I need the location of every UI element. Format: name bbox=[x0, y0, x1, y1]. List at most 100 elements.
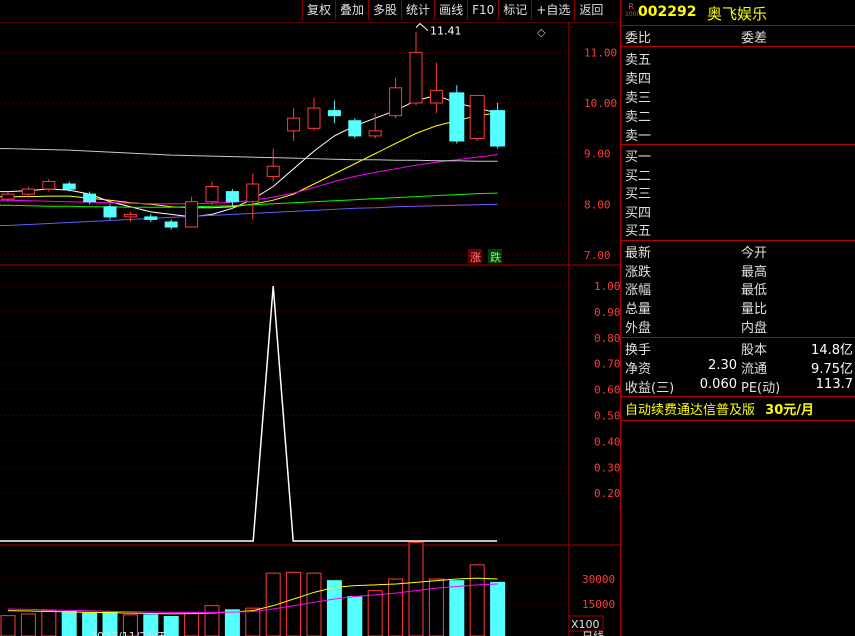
quote-panel: R 1000 002292 奥飞娱乐 委比 委差 卖五 卖四 卖三 卖二 卖一 买一 买二… bbox=[620, 0, 855, 636]
toolbar-button[interactable]: 标记 bbox=[498, 0, 531, 20]
high-price-label: 11.41 bbox=[430, 25, 462, 38]
wei-cha-label: 委差 bbox=[741, 31, 768, 46]
toolbar-button[interactable]: F10 bbox=[467, 0, 498, 20]
quote-field-label: 涨幅 bbox=[625, 283, 652, 299]
diamond-icon[interactable]: ◇ bbox=[537, 26, 546, 39]
ma-line bbox=[0, 203, 498, 227]
toolbar-button[interactable]: 复权 bbox=[302, 0, 335, 20]
indicator-line bbox=[0, 285, 497, 542]
axis-labels: 11.00 10.00 9.00 8.00 7.00 11.41 ◇ 涨 跌 1.00 0.90 0.… bbox=[90, 22, 620, 636]
divider bbox=[621, 144, 855, 145]
indicator-tick-label: 0.70 bbox=[594, 358, 620, 371]
volume-bar bbox=[469, 564, 485, 636]
price-tick-label: 8.00 bbox=[584, 198, 611, 211]
volume-bar bbox=[490, 581, 506, 636]
toolbar-button[interactable]: 叠加 bbox=[335, 0, 368, 20]
info-field-value: 9.75亿 bbox=[811, 362, 853, 377]
volume-bar bbox=[224, 609, 240, 636]
info-field-value: 2.30 bbox=[708, 358, 737, 373]
indicator-tick-label: 0.90 bbox=[594, 306, 620, 319]
toolbar-button[interactable]: 画线 bbox=[434, 0, 467, 20]
info-field-label: 股本 bbox=[741, 343, 768, 358]
candle bbox=[348, 118, 362, 139]
divider bbox=[621, 337, 855, 338]
quote-field-label: 今开 bbox=[741, 246, 768, 261]
cursor-date-label: 2022/11/21/五 bbox=[90, 630, 168, 636]
indicator-tick-label: 0.80 bbox=[594, 332, 620, 345]
volume-bar bbox=[204, 605, 220, 636]
stock-code: 002292 bbox=[638, 4, 697, 20]
divider bbox=[621, 46, 855, 47]
volume-bar bbox=[41, 610, 57, 636]
volume-bar bbox=[0, 615, 16, 636]
volume-bar bbox=[449, 580, 465, 636]
quote-field-label: 量比 bbox=[741, 302, 768, 318]
info-field-value: 14.8亿 bbox=[811, 343, 853, 358]
indicator-tick-label: 1.00 bbox=[594, 280, 620, 293]
candle bbox=[429, 62, 443, 114]
candle bbox=[287, 108, 301, 141]
info-field-label: PE(动) bbox=[741, 381, 781, 396]
volume-bar bbox=[245, 607, 261, 636]
buy-level-label: 买四 bbox=[625, 205, 652, 221]
volume-bar bbox=[306, 572, 322, 636]
candle bbox=[144, 214, 158, 222]
toolbar-button[interactable]: 统计 bbox=[401, 0, 434, 20]
volume-bar bbox=[61, 611, 77, 636]
divider bbox=[621, 25, 855, 26]
info-field-label: 净资 bbox=[625, 362, 652, 377]
volume-tick-label: 30000 bbox=[582, 573, 615, 586]
candle bbox=[449, 85, 465, 144]
sell-level-label: 卖四 bbox=[625, 72, 652, 87]
market-badge-top: R bbox=[628, 2, 634, 11]
volume-bar bbox=[408, 541, 424, 636]
divider bbox=[621, 240, 855, 241]
info-field-label: 换手 bbox=[625, 343, 652, 358]
toolbar-button[interactable]: 多股 bbox=[368, 0, 401, 20]
price-tick-label: 10.00 bbox=[584, 97, 617, 110]
indicator-tick-label: 0.50 bbox=[594, 410, 620, 423]
volume-series bbox=[0, 541, 506, 636]
candle bbox=[307, 97, 321, 131]
moving-average-lines bbox=[0, 94, 498, 227]
volume-bar bbox=[367, 590, 383, 636]
volume-tick-label: 15000 bbox=[582, 598, 615, 611]
volume-bar bbox=[347, 596, 363, 636]
quote-field-label: 外盘 bbox=[625, 320, 652, 336]
candle bbox=[327, 100, 341, 124]
buy-level-label: 买五 bbox=[625, 224, 652, 239]
candle bbox=[469, 94, 485, 141]
volume-bar bbox=[20, 613, 36, 636]
candle bbox=[490, 103, 506, 149]
indicator-tick-label: 0.20 bbox=[594, 487, 620, 500]
candle bbox=[185, 196, 199, 228]
volume-bar bbox=[286, 571, 302, 636]
sell-level-label: 卖二 bbox=[625, 110, 652, 125]
info-field-value: 113.7 bbox=[815, 377, 853, 392]
price-tick-label: 7.00 bbox=[584, 249, 611, 262]
candlestick-series bbox=[1, 31, 506, 230]
down-badge-label: 跌 bbox=[490, 250, 501, 264]
quote-field-label: 总量 bbox=[625, 302, 652, 318]
buy-level-label: 买二 bbox=[625, 168, 652, 184]
buy-level-label: 买三 bbox=[625, 187, 652, 202]
quote-field-label: 最低 bbox=[741, 283, 768, 299]
divider bbox=[621, 420, 855, 421]
indicator-tick-label: 0.60 bbox=[594, 384, 620, 397]
quote-field-label: 最新 bbox=[625, 246, 652, 261]
candle bbox=[409, 31, 423, 106]
up-badge-label: 涨 bbox=[470, 251, 481, 264]
period-label[interactable]: 日线 bbox=[582, 629, 604, 636]
market-badge-bottom: 1000 bbox=[625, 11, 641, 18]
chart-area[interactable]: 11.00 10.00 9.00 8.00 7.00 11.41 ◇ 涨 跌 1.00 0.90 0.… bbox=[0, 22, 620, 636]
buy-level-label: 买一 bbox=[625, 150, 652, 165]
volume-bar bbox=[388, 578, 404, 636]
market-badge: R 1000 bbox=[625, 2, 641, 19]
candle bbox=[389, 77, 403, 119]
toolbar-button[interactable]: 返回 bbox=[574, 0, 607, 20]
promo-banner[interactable]: 自动续费通达信普及版 30元/月 bbox=[625, 399, 814, 418]
sell-level-label: 卖一 bbox=[625, 129, 652, 144]
indicator-tick-label: 0.30 bbox=[594, 461, 620, 474]
ma-line bbox=[0, 148, 498, 162]
toolbar-button[interactable]: +自选 bbox=[531, 0, 574, 20]
